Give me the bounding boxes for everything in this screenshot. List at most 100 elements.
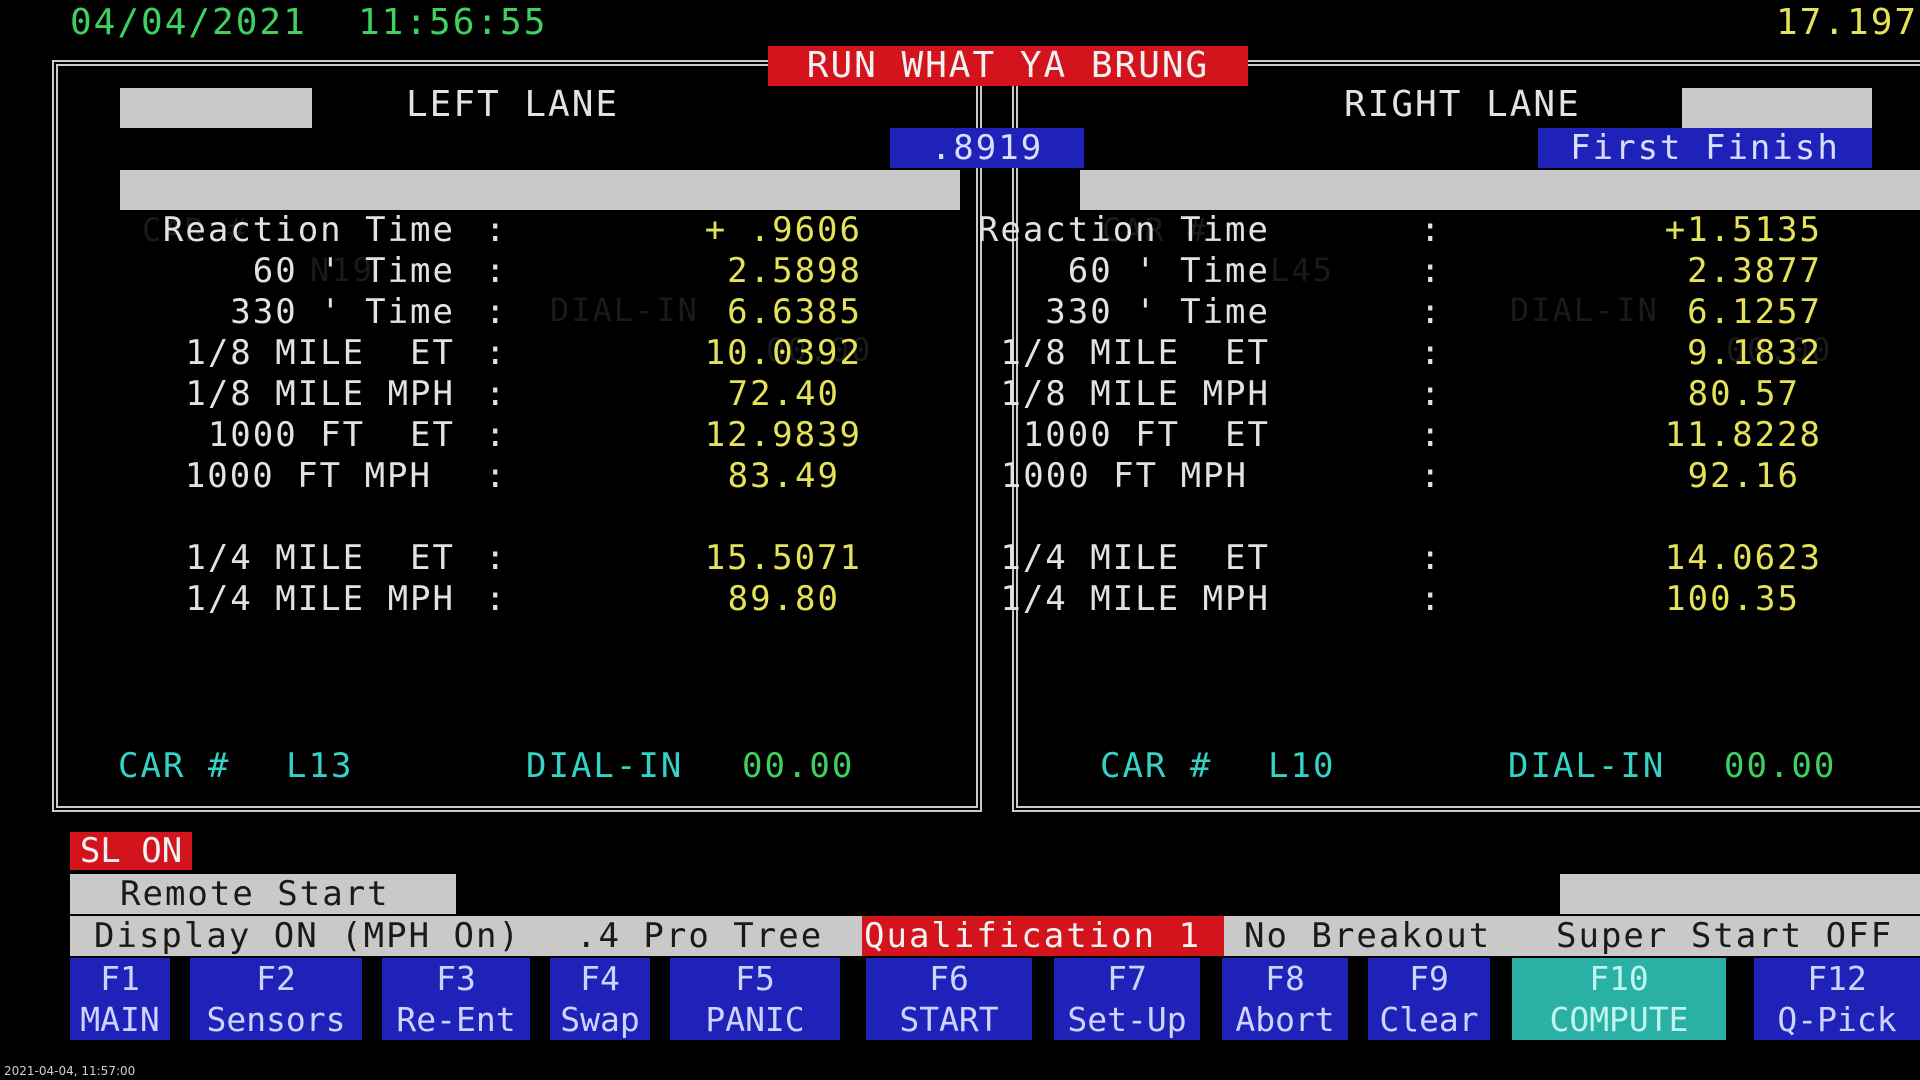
left-row-label: 1/8 MILE MPH — [185, 374, 455, 414]
f3-key: F3 — [436, 959, 476, 998]
right-row-value: 100.35 — [1665, 579, 1800, 619]
left-next-car-number: L13 — [286, 746, 354, 786]
f6-key: F6 — [929, 959, 969, 998]
overlay-timestamp: 2021-04-04, 11:57:00 — [4, 1064, 136, 1078]
right-row-label: 1/8 MILE ET — [1000, 333, 1270, 373]
f7-label: Set-Up — [1067, 1000, 1187, 1039]
right-lane-title: RIGHT LANE — [1344, 84, 1581, 125]
f2-sensors-button[interactable]: F2 Sensors — [190, 958, 362, 1040]
f10-label: COMPUTE — [1549, 1000, 1689, 1039]
left-row-label: 1000 FT MPH — [184, 456, 432, 496]
f5-key: F5 — [735, 959, 775, 998]
right-row-label: Reaction Time — [977, 210, 1270, 250]
left-next-dial-label: DIAL-IN — [526, 746, 684, 786]
f7-setup-button[interactable]: F7 Set-Up — [1054, 958, 1200, 1040]
left-row-colon: : — [485, 538, 506, 578]
right-row-value: 6.1257 — [1687, 292, 1822, 332]
left-row-label: 1000 FT ET — [207, 415, 455, 455]
f4-label: Swap — [560, 1000, 640, 1039]
page-title: RUN WHAT YA BRUNG — [768, 46, 1248, 86]
f1-key: F1 — [100, 959, 140, 998]
top-right-value: 17.197 — [1776, 2, 1919, 43]
right-next-dial-value: 00.00 — [1724, 746, 1837, 786]
f4-key: F4 — [580, 959, 620, 998]
f5-label: PANIC — [705, 1000, 805, 1039]
left-row-value: 12.9839 — [704, 415, 862, 455]
right-row-label: 1000 FT MPH — [1000, 456, 1248, 496]
f6-start-button[interactable]: F6 START — [866, 958, 1032, 1040]
left-row-colon: : — [485, 210, 506, 250]
right-row-label: 60 ' Time — [1067, 251, 1270, 291]
left-row-colon: : — [485, 415, 506, 455]
right-row-label: 1000 FT ET — [1022, 415, 1270, 455]
left-row-label: Reaction Time — [162, 210, 455, 250]
first-finish-badge: First Finish — [1538, 128, 1872, 168]
right-row-colon: : — [1420, 579, 1441, 619]
right-row-colon: : — [1420, 333, 1441, 373]
f9-clear-button[interactable]: F9 Clear — [1368, 958, 1490, 1040]
right-row-colon: : — [1420, 538, 1441, 578]
display-status: Display ON (MPH On) — [94, 916, 521, 956]
f8-label: Abort — [1235, 1000, 1335, 1039]
time-display: 11:56:55 — [358, 2, 548, 43]
left-row-colon: : — [485, 251, 506, 291]
right-next-car-label: CAR # — [1100, 746, 1213, 786]
f5-panic-button[interactable]: F5 PANIC — [670, 958, 840, 1040]
right-row-label: 1/4 MILE MPH — [1000, 579, 1270, 619]
right-row-value: 11.8228 — [1664, 415, 1822, 455]
left-row-colon: : — [485, 456, 506, 496]
f1-label: MAIN — [80, 1000, 160, 1039]
f2-key: F2 — [256, 959, 296, 998]
right-row-colon: : — [1420, 251, 1441, 291]
f8-abort-button[interactable]: F8 Abort — [1222, 958, 1348, 1040]
left-next-dial-value: 00.00 — [742, 746, 855, 786]
qualification-status[interactable]: Qualification 1 — [862, 916, 1224, 956]
right-car-number: L45 — [1270, 251, 1334, 289]
left-row-value: 89.80 — [727, 579, 840, 619]
right-lane-indicator — [1682, 88, 1872, 128]
left-row-colon: : — [485, 333, 506, 373]
right-row-value: 80.57 — [1687, 374, 1800, 414]
f12-q-pick-button[interactable]: F12 Q-Pick — [1754, 958, 1920, 1040]
date-display: 04/04/2021 — [70, 2, 307, 43]
right-row-value: 9.1832 — [1687, 333, 1822, 373]
left-row-value: 83.49 — [727, 456, 840, 496]
right-row-value: 14.0623 — [1664, 538, 1822, 578]
f10-key: F10 — [1589, 959, 1649, 998]
breakout-status: No Breakout — [1244, 916, 1492, 956]
right-next-dial-label: DIAL-IN — [1508, 746, 1666, 786]
remote-start-status: Remote Start — [70, 874, 456, 914]
f3-label: Re-Ent — [396, 1000, 516, 1039]
left-row-value: 10.0392 — [704, 333, 862, 373]
left-row-value: 72.40 — [727, 374, 840, 414]
left-row-value: + .9606 — [704, 210, 862, 250]
sl-on-badge: SL ON — [70, 832, 192, 870]
left-row-colon: : — [485, 292, 506, 332]
left-row-label: 330 ' Time — [230, 292, 455, 332]
right-row-value: 2.3877 — [1687, 251, 1822, 291]
f4-swap-button[interactable]: F4 Swap — [550, 958, 650, 1040]
left-row-value: 6.6385 — [727, 292, 862, 332]
left-row-label: 1/4 MILE ET — [185, 538, 455, 578]
f9-label: Clear — [1379, 1000, 1479, 1039]
left-next-car-label: CAR # — [118, 746, 231, 786]
f1-main-button[interactable]: F1 MAIN — [70, 958, 170, 1040]
left-row-value: 2.5898 — [727, 251, 862, 291]
right-row-value: +1.5135 — [1664, 210, 1822, 250]
right-next-car-number: L10 — [1268, 746, 1336, 786]
left-row-colon: : — [485, 374, 506, 414]
left-row-label: 1/4 MILE MPH — [185, 579, 455, 619]
f10-compute-button[interactable]: F10 COMPUTE — [1512, 958, 1726, 1040]
super-start-status: Super Start OFF — [1556, 916, 1894, 956]
right-row-colon: : — [1420, 292, 1441, 332]
right-row-colon: : — [1420, 374, 1441, 414]
left-row-value: 15.5071 — [704, 538, 862, 578]
right-row-label: 330 ' Time — [1045, 292, 1270, 332]
tree-status: .4 Pro Tree — [576, 916, 824, 956]
left-lane-indicator — [120, 88, 312, 128]
f3-re-ent-button[interactable]: F3 Re-Ent — [382, 958, 530, 1040]
right-row-colon: : — [1420, 415, 1441, 455]
right-row-colon: : — [1420, 456, 1441, 496]
status-right-block — [1560, 874, 1920, 914]
f12-label: Q-Pick — [1777, 1000, 1897, 1039]
